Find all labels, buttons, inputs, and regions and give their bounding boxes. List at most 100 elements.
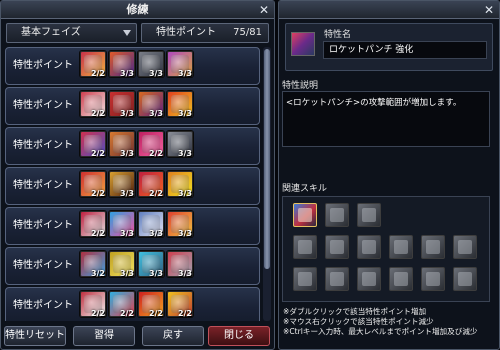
trait-points-label: 特性ポイント bbox=[156, 27, 216, 38]
trait-points-value: 75/81 bbox=[233, 27, 262, 38]
skill-level-count: 3/3 bbox=[177, 149, 192, 158]
skill-level-count: 2/2 bbox=[177, 309, 192, 318]
close-button[interactable]: 閉じる bbox=[208, 326, 270, 346]
skill-glyph-icon bbox=[298, 240, 312, 254]
trait-row: 特性ポイント 25 3/2 3/3 3/3 3/3 bbox=[5, 247, 260, 307]
trait-skill-icon[interactable]: 3/3 bbox=[109, 51, 135, 78]
trait-skill-icon[interactable]: 2/2 bbox=[80, 131, 106, 158]
trait-description-value: <ロケットパンチ>の攻撃範囲が増加します。 bbox=[282, 91, 490, 147]
trait-skill-icon[interactable]: 3/3 bbox=[109, 131, 135, 158]
close-icon[interactable]: ✕ bbox=[257, 2, 271, 18]
related-skill-icon[interactable] bbox=[357, 235, 381, 259]
related-skill-icon[interactable] bbox=[453, 267, 477, 291]
window-title: 修練 bbox=[126, 3, 149, 16]
trait-skill-icon[interactable]: 3/3 bbox=[138, 251, 164, 278]
related-skill-icon[interactable] bbox=[357, 203, 381, 227]
trait-row: 特性ポイント 5 2/2 3/3 3/3 3/3 bbox=[5, 87, 260, 147]
related-skill-icon[interactable] bbox=[421, 267, 445, 291]
related-skill-icon[interactable] bbox=[389, 235, 413, 259]
skill-level-count: 3/3 bbox=[177, 189, 192, 198]
close-icon[interactable]: ✕ bbox=[482, 2, 496, 18]
trait-skill-icon[interactable]: 3/3 bbox=[167, 51, 193, 78]
trait-row-label: 特性ポイント 10 bbox=[13, 140, 73, 187]
skill-level-count: 2/2 bbox=[90, 149, 105, 158]
related-skill-icon[interactable] bbox=[389, 267, 413, 291]
trait-points-display: 特性ポイント 75/81 bbox=[141, 23, 269, 43]
related-skill-icon[interactable] bbox=[325, 203, 349, 227]
trait-row: 特性ポイント 0 2/2 3/3 3/3 3/3 bbox=[5, 47, 260, 107]
trait-skill-icon[interactable]: 3/3 bbox=[167, 131, 193, 158]
skill-level-count: 3/3 bbox=[177, 109, 192, 118]
related-skill-icon[interactable] bbox=[325, 267, 349, 291]
trait-row-label: 特性ポイント 20 bbox=[13, 220, 73, 267]
related-skills-label: 関連スキル bbox=[282, 184, 328, 194]
skill-level-count: 3/3 bbox=[177, 269, 192, 278]
trait-rows: 特性ポイント 0 2/2 3/3 3/3 3/3 特性ポイント 5 2/2 3/3 3/3 3/3… bbox=[5, 47, 260, 321]
skill-glyph-icon bbox=[330, 208, 344, 222]
skill-level-count: 3/3 bbox=[119, 69, 134, 78]
scrollbar[interactable] bbox=[263, 47, 271, 321]
skill-level-count: 2/2 bbox=[90, 229, 105, 238]
trait-skill-icon[interactable]: 3/3 bbox=[167, 91, 193, 118]
trait-skill-icon[interactable]: 2/2 bbox=[80, 211, 106, 238]
detail-title-bar[interactable] bbox=[279, 1, 499, 19]
trait-skill-icon[interactable]: 2/2 bbox=[138, 131, 164, 158]
skill-level-count: 2/2 bbox=[119, 309, 134, 318]
skill-level-count: 3/3 bbox=[148, 269, 163, 278]
trait-skill-icon[interactable]: 2/2 bbox=[80, 51, 106, 78]
trait-skill-icon[interactable]: 3/3 bbox=[138, 91, 164, 118]
help-note: ※Ctrlキー入力時、最大レベルまでポイント増加及び減少 bbox=[283, 327, 478, 336]
trait-row-label: 特性ポイント 25 bbox=[13, 260, 73, 307]
skill-glyph-icon bbox=[298, 272, 312, 286]
trait-skill-icon[interactable]: 3/3 bbox=[109, 251, 135, 278]
trait-skill-icon[interactable]: 3/2 bbox=[80, 251, 106, 278]
related-skill-icon[interactable] bbox=[421, 235, 445, 259]
undo-button[interactable]: 戻す bbox=[142, 326, 204, 346]
trait-skill-icon[interactable]: 2/2 bbox=[109, 291, 135, 318]
trait-description-label: 特性説明 bbox=[282, 81, 319, 91]
learn-button[interactable]: 習得 bbox=[73, 326, 135, 346]
skill-level-count: 3/3 bbox=[148, 109, 163, 118]
training-title-bar[interactable]: 修練 bbox=[1, 1, 274, 19]
trait-skill-icon[interactable]: 3/3 bbox=[109, 91, 135, 118]
reset-traits-button[interactable]: 特性リセット bbox=[4, 326, 66, 346]
trait-row-label: 特性ポイント 15 bbox=[13, 180, 73, 227]
trait-skill-icon[interactable]: 3/3 bbox=[109, 171, 135, 198]
scrollbar-thumb[interactable] bbox=[264, 49, 270, 269]
skill-level-count: 2/2 bbox=[90, 69, 105, 78]
trait-skill-icon[interactable]: 3/3 bbox=[167, 251, 193, 278]
skill-level-count: 3/3 bbox=[148, 69, 163, 78]
skill-level-count: 3/3 bbox=[177, 69, 192, 78]
trait-skill-icon[interactable]: 2/2 bbox=[80, 291, 106, 318]
skill-level-count: 3/3 bbox=[119, 149, 134, 158]
skill-level-count: 3/3 bbox=[119, 189, 134, 198]
trait-skill-icon[interactable]: 3/3 bbox=[109, 211, 135, 238]
trait-skill-icon[interactable]: 2/2 bbox=[167, 291, 193, 318]
training-window: 修練 ✕ 基本フェイズ 特性ポイント 75/81 特性ポイント 0 2/2 3/3 3… bbox=[0, 0, 275, 350]
trait-skill-icon[interactable]: 3/3 bbox=[138, 211, 164, 238]
related-skill-selected-icon[interactable] bbox=[293, 203, 317, 227]
skill-level-count: 3/3 bbox=[177, 229, 192, 238]
trait-skill-icon[interactable]: 2/2 bbox=[138, 291, 164, 318]
skill-glyph-icon bbox=[330, 240, 344, 254]
related-skill-icon[interactable] bbox=[293, 235, 317, 259]
related-skill-icon[interactable] bbox=[357, 267, 381, 291]
related-skill-icon[interactable] bbox=[293, 267, 317, 291]
skill-glyph-icon bbox=[362, 240, 376, 254]
phase-dropdown[interactable]: 基本フェイズ bbox=[6, 23, 137, 43]
related-skill-icon[interactable] bbox=[325, 235, 349, 259]
related-skill-icon[interactable] bbox=[453, 235, 477, 259]
trait-row: 特性ポイント 10 2/2 3/3 2/2 3/3 bbox=[5, 127, 260, 187]
trait-skill-icon[interactable]: 3/3 bbox=[138, 51, 164, 78]
skill-level-count: 2/2 bbox=[148, 189, 163, 198]
skill-glyph-icon bbox=[458, 272, 472, 286]
trait-skill-icon[interactable]: 3/3 bbox=[167, 171, 193, 198]
skill-glyph-icon bbox=[394, 272, 408, 286]
skill-level-count: 2/2 bbox=[148, 149, 163, 158]
trait-skill-icon[interactable]: 2/2 bbox=[138, 171, 164, 198]
trait-skill-icon[interactable]: 2/2 bbox=[80, 91, 106, 118]
trait-skill-icon[interactable]: 2/2 bbox=[80, 171, 106, 198]
trait-skill-icon[interactable]: 3/3 bbox=[167, 211, 193, 238]
skill-glyph-icon bbox=[394, 240, 408, 254]
skill-level-count: 2/2 bbox=[90, 109, 105, 118]
